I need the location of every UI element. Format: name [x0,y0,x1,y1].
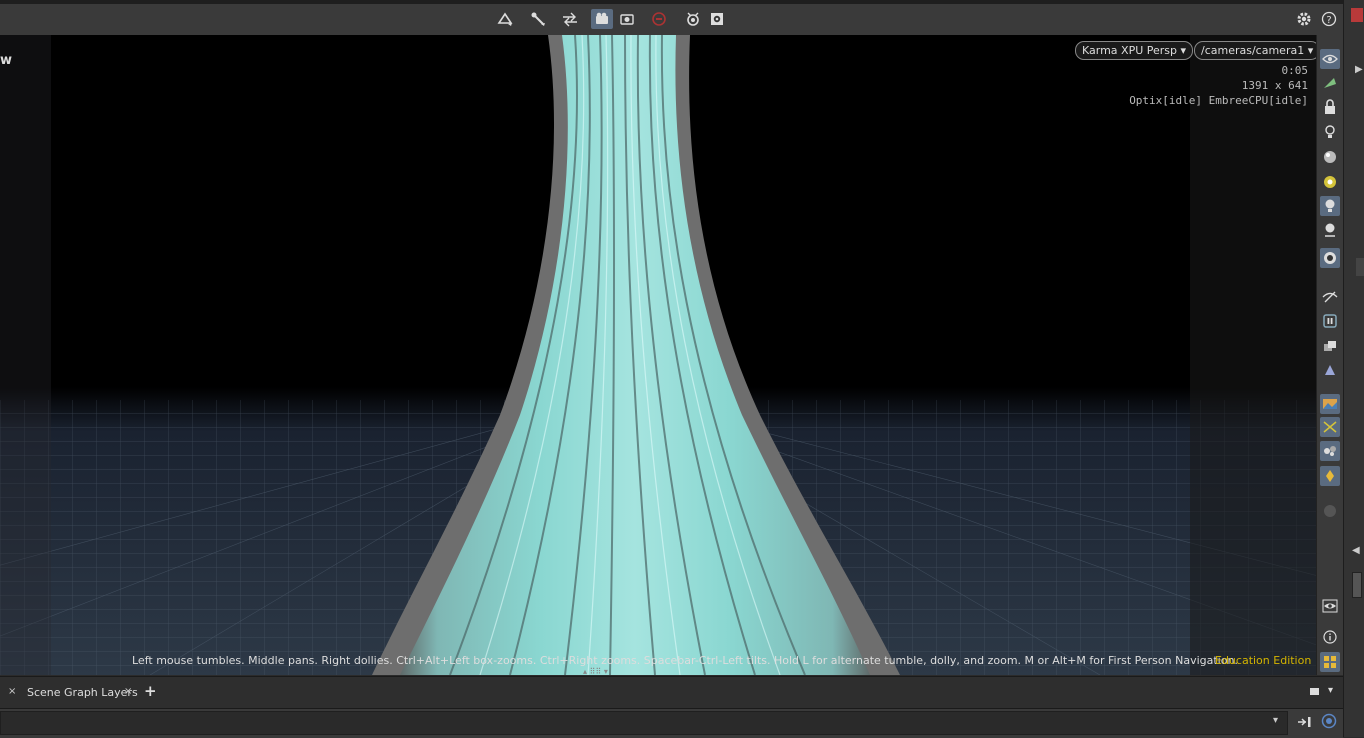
lock-icon[interactable] [1320,97,1340,117]
chevron-down-icon: ▾ [1307,44,1314,57]
right-panel-shade [1190,35,1316,675]
renderer-menu-label: Karma XPU Persp [1082,44,1178,57]
hide-other-objects-icon[interactable] [1320,287,1340,307]
selection-mode-icon[interactable] [1320,73,1340,93]
edition-label: Education Edition [1215,654,1312,667]
pane-tab-bar: × Scene Graph Layers × + ▾ [0,676,1343,709]
gear-icon[interactable] [1293,9,1315,29]
visibility-eye-icon[interactable] [1320,49,1340,69]
ambient-occlusion-icon[interactable] [1320,248,1340,268]
pause-render-icon[interactable] [1320,311,1340,331]
dolly-view-icon[interactable] [559,9,581,29]
scene-viewport[interactable]: w Karma XPU Persp ▾ /cameras/camera1 ▾ 0… [0,35,1316,675]
back-arrow-icon[interactable]: ◀ [1352,545,1360,556]
tumble-view-icon[interactable] [494,9,516,29]
camera-view-icon[interactable] [591,9,613,29]
info-icon[interactable] [1320,627,1340,647]
light-linker-icon[interactable] [682,9,704,29]
snapshot-camera-icon[interactable] [616,9,638,29]
render-time: 0:05 [1281,64,1309,77]
toolbar-separator [0,0,1345,4]
maximize-pane-icon[interactable] [1310,688,1319,695]
close-tab-button[interactable]: × [8,686,16,697]
left-panel-shade [0,35,51,675]
light-off-icon[interactable] [1320,122,1340,142]
tab-scene-graph-layers[interactable]: Scene Graph Layers [27,686,138,699]
viewer-toolbar: ? [0,0,1345,36]
add-tab-button[interactable]: + [144,682,157,700]
shadow-light-icon[interactable] [1320,220,1340,240]
chevron-down-icon: ▾ [1180,44,1187,57]
svg-text:?: ? [1326,15,1331,26]
renderer-menu[interactable]: Karma XPU Persp ▾ [1075,41,1194,60]
render-device-status: Optix[idle] EmbreeCPU[idle] [1129,94,1308,107]
background-image-icon[interactable] [1320,394,1340,414]
guide-display-icon[interactable] [1320,417,1340,437]
default-light-icon[interactable] [1320,172,1340,192]
close-scene-graph-layers-button[interactable]: × [124,686,132,697]
camera-menu-label: /cameras/camera1 [1201,44,1305,57]
path-bar: ▾ [0,708,1343,738]
geometry-display-icon[interactable] [1320,360,1340,380]
viewport-title-fragment: w [0,53,13,68]
layout-grid-icon[interactable] [1320,652,1340,672]
pan-view-icon[interactable] [527,9,549,29]
particle-display-icon[interactable] [1320,441,1340,461]
record-indicator-icon [1320,501,1340,521]
camera-menu[interactable]: /cameras/camera1 ▾ [1194,41,1316,60]
ground-grid [0,35,1316,675]
collapsed-tab[interactable] [1356,258,1364,276]
lighting-mode-icon[interactable] [1320,466,1340,486]
path-input[interactable] [0,711,1288,735]
display-options-toolbar [1316,35,1344,675]
headlight-icon[interactable] [1320,147,1340,167]
pin-icon[interactable] [1297,714,1313,733]
help-icon[interactable]: ? [1318,9,1340,29]
link-status-icon[interactable] [1321,713,1337,733]
preview-eye-icon[interactable] [1320,596,1340,616]
path-dropdown-chevron-icon[interactable]: ▾ [1273,715,1278,726]
pane-menu-chevron-icon[interactable]: ▾ [1328,685,1333,696]
pane-resize-handle[interactable]: ▴ ⠿⠿ ▾ [583,667,608,675]
expand-arrow-icon[interactable]: ▶ [1355,64,1363,75]
render-resolution: 1391 x 641 [1241,79,1308,92]
collapsed-scrollbar[interactable] [1352,572,1362,598]
app-logo-icon [1351,8,1363,22]
scene-lights-icon[interactable] [1320,196,1340,216]
instance-display-icon[interactable] [1320,336,1340,356]
collapsed-side-panel: ▶ ◀ [1343,0,1364,737]
render-settings-icon[interactable] [706,9,728,29]
stop-render-icon[interactable] [648,9,670,29]
navigation-hint: Left mouse tumbles. Middle pans. Right d… [132,654,1238,667]
